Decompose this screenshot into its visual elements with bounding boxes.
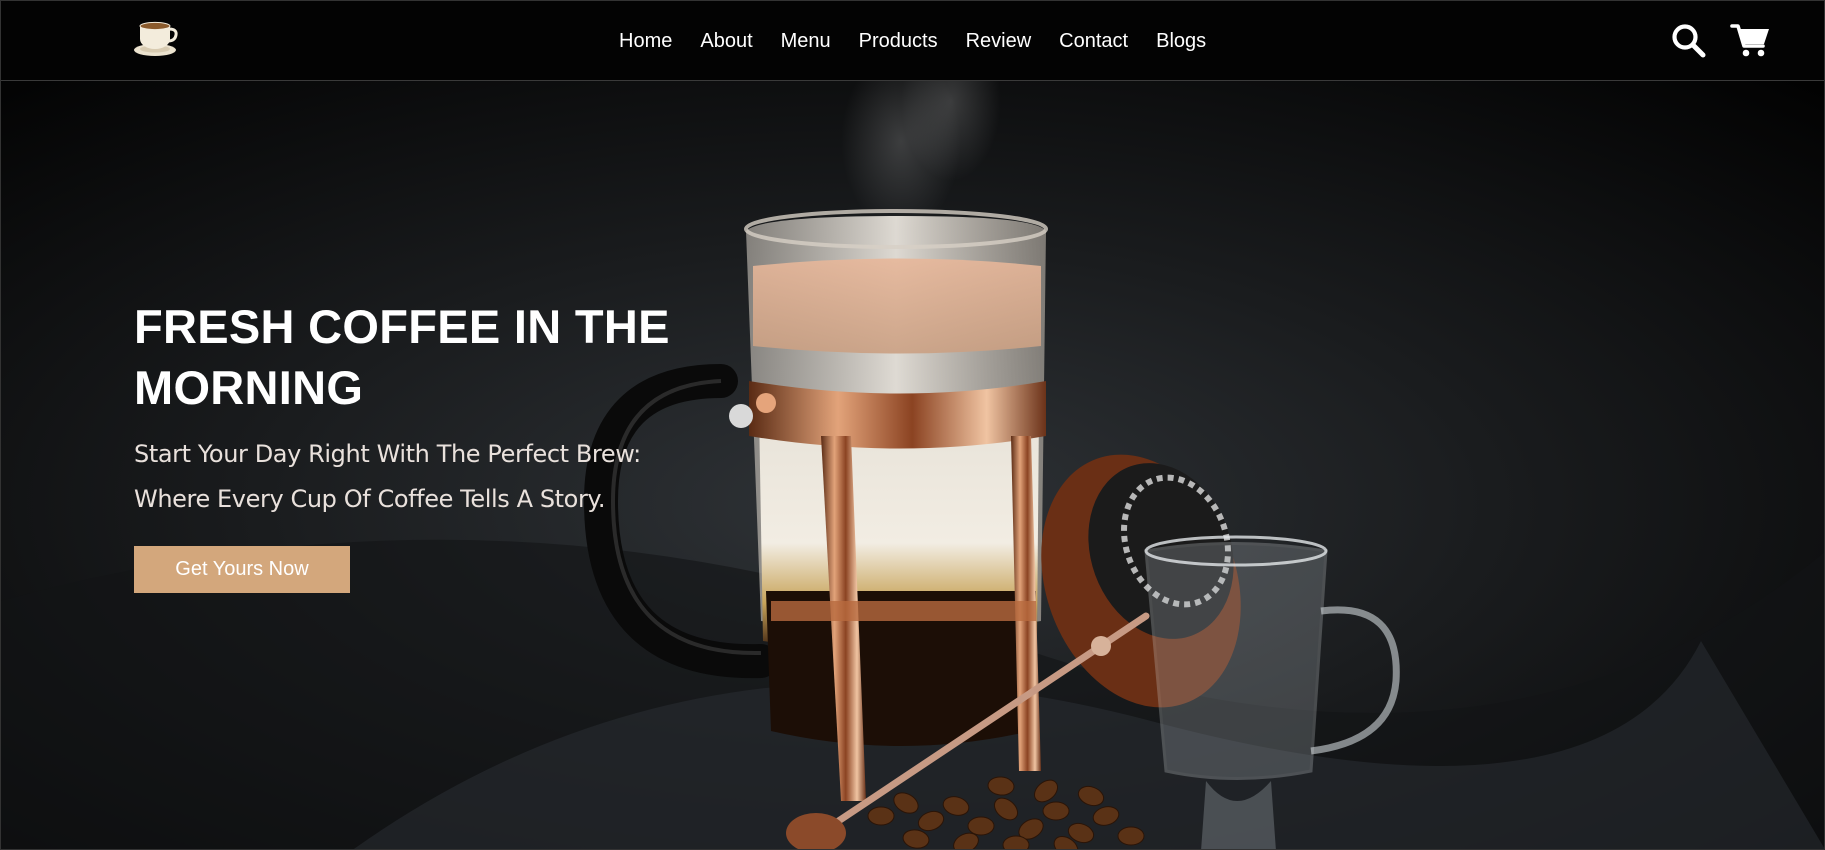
nav-menu[interactable]: Menu <box>767 28 845 54</box>
cart-icon[interactable] <box>1730 21 1770 61</box>
nav-contact[interactable]: Contact <box>1045 28 1142 54</box>
nav-blogs[interactable]: Blogs <box>1142 28 1220 54</box>
hero-content: FRESH COFFEE IN THE MORNING Start Your D… <box>134 296 734 593</box>
top-navbar: Home About Menu Products Review Contact … <box>1 1 1824 81</box>
page: Home About Menu Products Review Contact … <box>0 0 1825 850</box>
hero-title: FRESH COFFEE IN THE MORNING <box>134 300 670 414</box>
hero-subtitle: Start Your Day Right With The Perfect Br… <box>134 440 641 513</box>
hero-section: FRESH COFFEE IN THE MORNING Start Your D… <box>1 81 1824 849</box>
main-nav: Home About Menu Products Review Contact … <box>606 28 1220 54</box>
coffee-cup-icon[interactable] <box>133 19 181 59</box>
nav-about[interactable]: About <box>686 28 766 54</box>
nav-review[interactable]: Review <box>952 28 1046 54</box>
nav-home[interactable]: Home <box>606 28 686 54</box>
search-icon[interactable] <box>1669 21 1709 61</box>
get-yours-now-button[interactable]: Get Yours Now <box>134 546 350 593</box>
nav-products[interactable]: Products <box>845 28 952 54</box>
